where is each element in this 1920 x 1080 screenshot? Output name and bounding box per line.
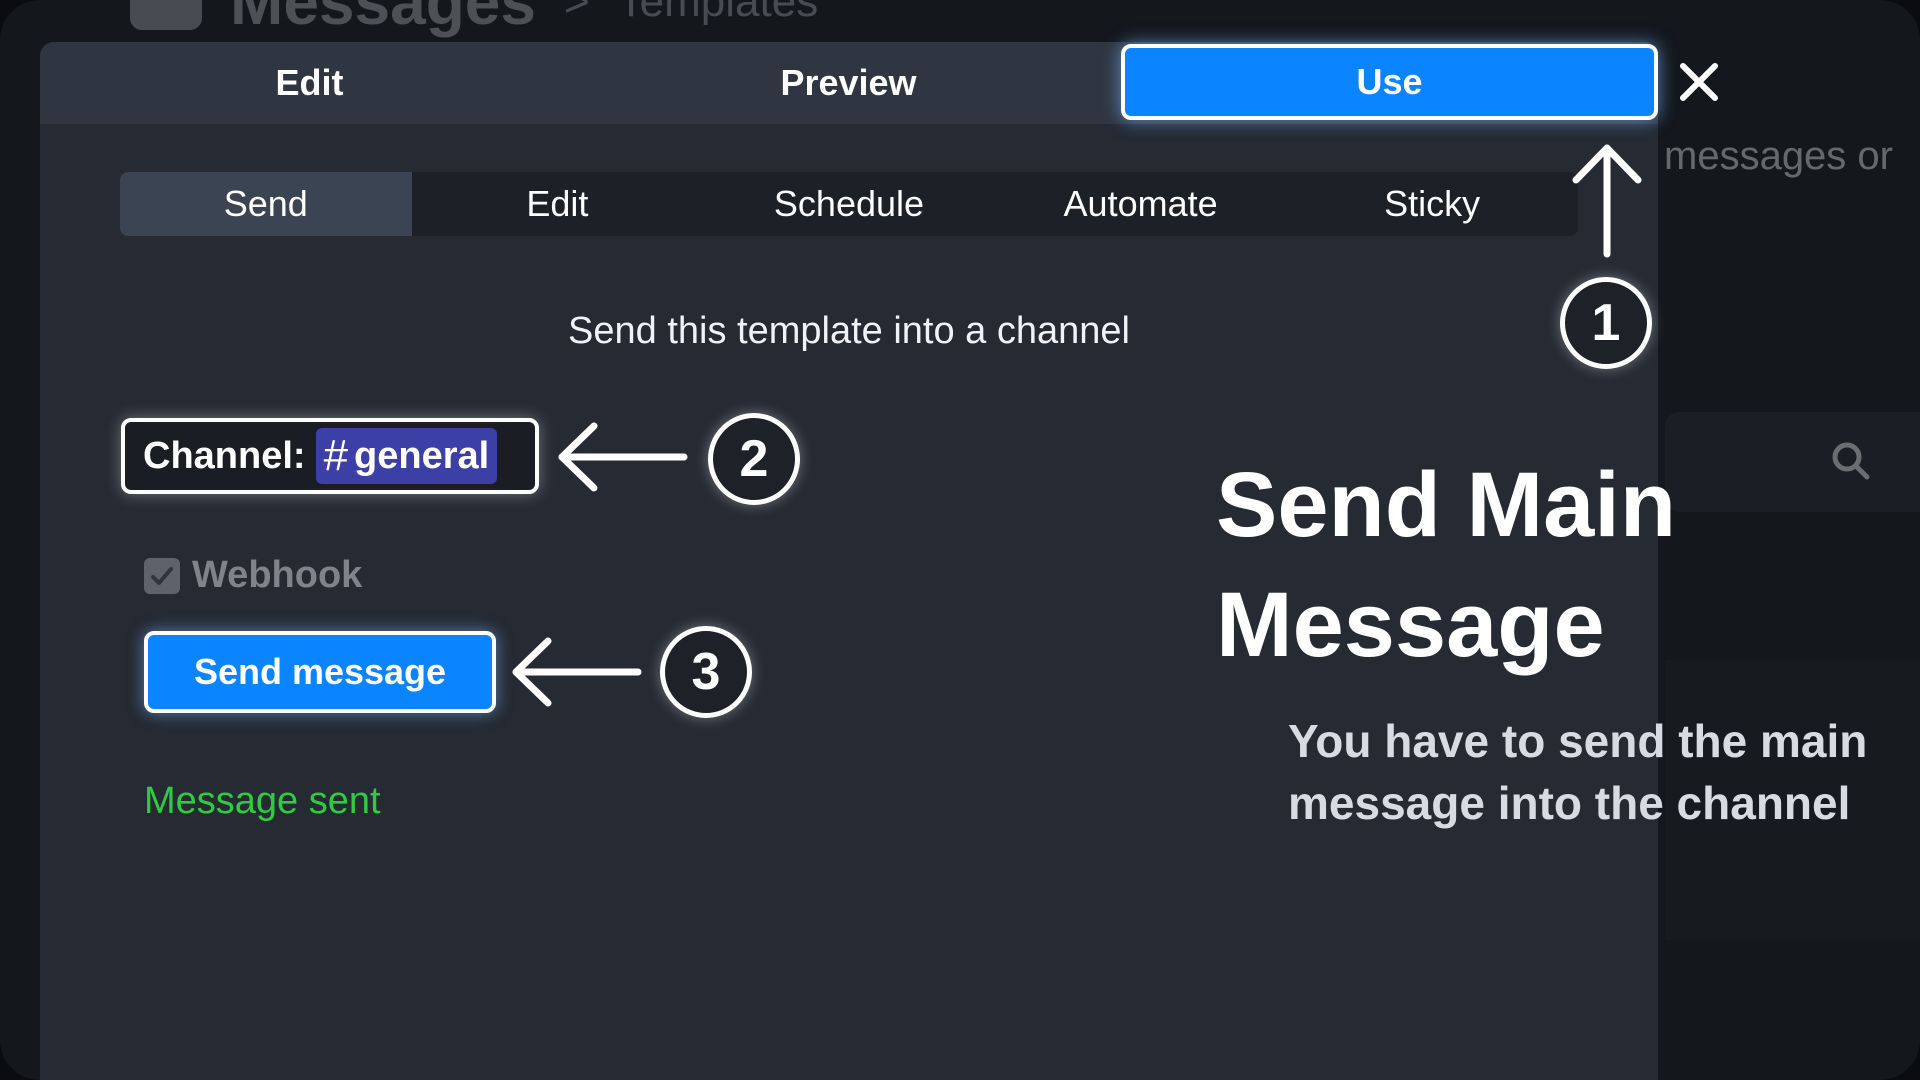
tutorial-headline: Send Main Message — [1216, 454, 1677, 676]
arrow-up-icon — [1572, 144, 1642, 258]
tutorial-subline: You have to send the main message into t… — [1288, 715, 1868, 829]
breadcrumb-separator: > — [563, 0, 590, 26]
search-icon[interactable] — [1830, 440, 1870, 480]
background-header: Messages > Templates — [130, 0, 818, 42]
webhook-checkbox[interactable] — [144, 557, 180, 594]
messages-icon — [130, 0, 202, 30]
modal-top-tabs: Edit Preview Use — [40, 42, 1658, 124]
close-icon[interactable] — [1675, 58, 1723, 106]
channel-select[interactable]: Channel: # general — [121, 418, 539, 494]
check-icon — [151, 566, 173, 585]
webhook-option[interactable]: Webhook — [144, 554, 362, 597]
sub-tab-edit[interactable]: Edit — [412, 172, 704, 236]
step-badge-3: 3 — [660, 626, 752, 718]
channel-label: Channel: — [143, 434, 306, 477]
send-message-button[interactable]: Send message — [144, 631, 496, 713]
tab-use[interactable]: Use — [1121, 44, 1658, 120]
channel-name: general — [354, 434, 490, 477]
sub-tab-send[interactable]: Send — [120, 172, 412, 236]
tab-preview[interactable]: Preview — [579, 42, 1118, 124]
tab-edit[interactable]: Edit — [40, 42, 579, 124]
hash-icon: # — [323, 431, 349, 480]
background-subtitle: Templates — [617, 0, 819, 26]
sub-tab-sticky[interactable]: Sticky — [1286, 172, 1578, 236]
webhook-label: Webhook — [192, 554, 363, 596]
sub-tab-schedule[interactable]: Schedule — [703, 172, 995, 236]
send-description: Send this template into a channel — [568, 310, 1130, 352]
arrow-left-icon — [512, 637, 642, 707]
sub-tab-automate[interactable]: Automate — [995, 172, 1287, 236]
step-badge-1: 1 — [1560, 277, 1652, 369]
channel-pill: # general — [315, 428, 498, 484]
step-badge-2: 2 — [708, 413, 800, 505]
status-message: Message sent — [144, 780, 381, 822]
screen: Messages > Templates messages or Edit Pr… — [0, 0, 1920, 1080]
arrow-left-icon — [558, 422, 688, 492]
background-hint-text: messages or — [1664, 134, 1893, 178]
background-title: Messages — [230, 0, 536, 38]
use-sub-tabs: Send Edit Schedule Automate Sticky — [120, 172, 1578, 236]
